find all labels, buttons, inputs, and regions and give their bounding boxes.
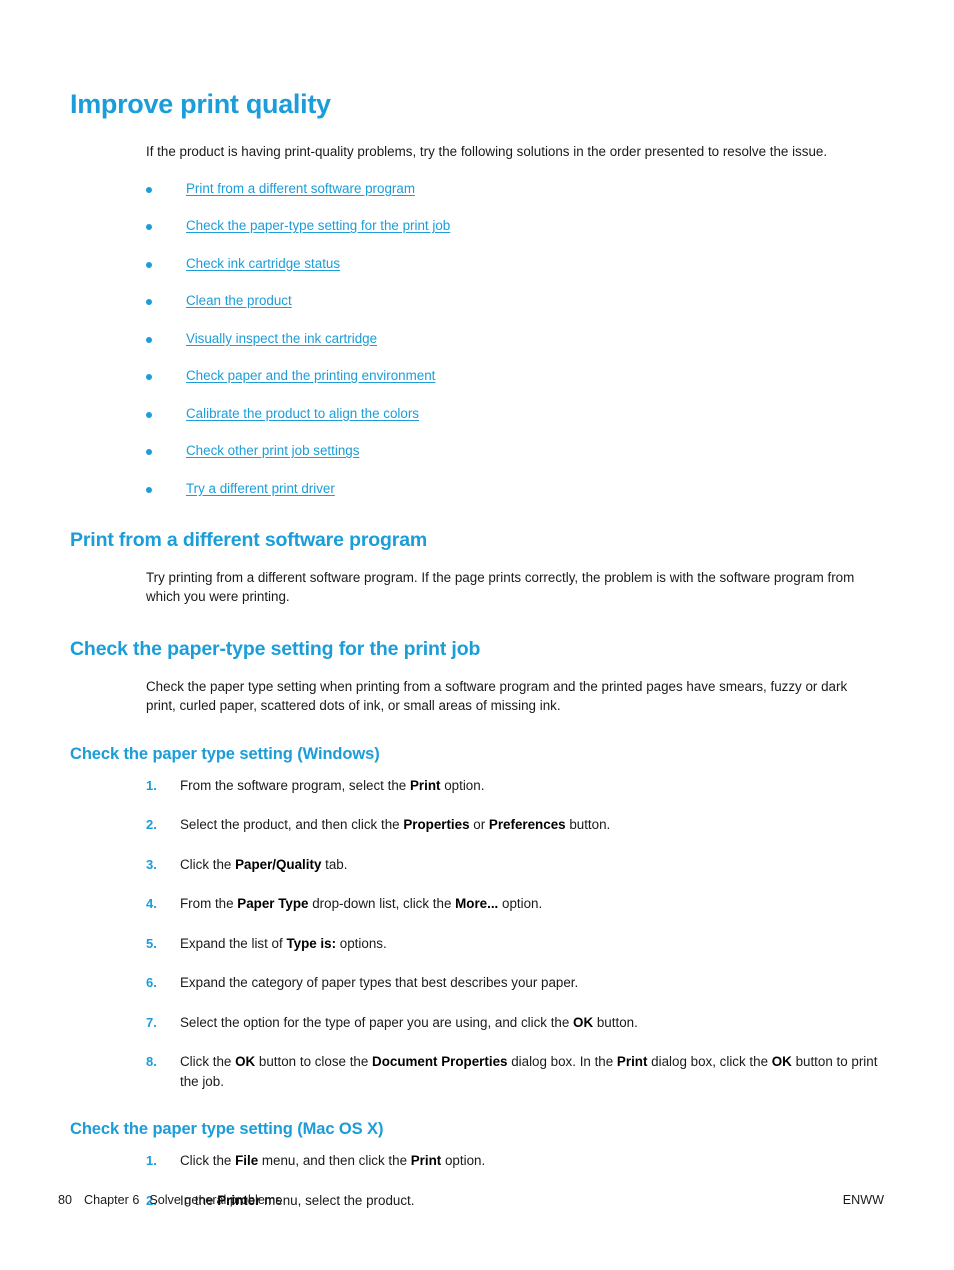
section-link[interactable]: Calibrate the product to align the color… [186,406,419,421]
intro-paragraph: If the product is having print-quality p… [146,144,828,159]
procedure-step: 6. Expand the category of paper types tha… [70,973,882,993]
bullet-icon [146,336,152,343]
bullet-icon [146,411,152,418]
footer-left: 80 Chapter 6 Solve general problems [58,1190,282,1210]
subsection-heading-windows: Check the paper type setting (Windows) [70,744,380,763]
section-heading-check-paper-type-setting: Check the paper-type setting for the pri… [70,637,481,660]
step-number: 8. [146,1054,157,1069]
link-list-item: Check the paper-type setting for the pri… [70,217,882,235]
bullet-icon [146,374,152,380]
link-list-item: Check ink cartridge status [70,255,882,273]
link-list-item: Check other print job settings [70,442,882,460]
bullet-icon [146,261,152,268]
section-heading-print-from-different-program: Print from a different software program [70,528,428,551]
step-number: 2. [146,817,157,832]
procedure-step: 7. Select the option for the type of pape… [70,1013,882,1033]
step-number: 6. [146,975,157,990]
procedure-step: 5. Expand the list of Type is: options. [70,934,882,954]
footer-page-number: 80 [58,1193,73,1207]
bullet-icon [146,299,152,305]
page-title: Improve print quality [70,89,331,119]
step-number: 4. [146,896,157,911]
procedure-step: 2. Select the product, and then click the… [70,815,882,835]
section-link-list: Print from a different software program C… [70,180,882,498]
procedure-step: 1. Click the File menu, and then click th… [70,1151,882,1171]
bullet-icon [146,486,152,493]
intro-block: If the product is having print-quality p… [146,142,882,162]
step-number: 3. [146,856,157,872]
step-text: From the software program, select the Pr… [180,777,485,793]
step-number: 1. [146,1153,157,1168]
procedure-step: 1. From the software program, select the … [70,776,882,796]
step-text: Expand the list of Type is: options. [180,935,387,951]
step-text: Click the Paper/Quality tab. [180,856,348,872]
section-link[interactable]: Clean the product [186,293,292,308]
link-list-item: Check paper and the printing environment [70,367,882,385]
section-body-print-from-different-program: Try printing from a different software p… [146,568,882,607]
section-link[interactable]: Check ink cartridge status [186,256,340,271]
step-text: Select the option for the type of paper … [180,1014,638,1030]
step-text: Click the File menu, and then click the … [180,1153,486,1168]
footer-chapter-title: Solve general problems [149,1193,282,1207]
section-link[interactable]: Check paper and the printing environment [186,368,435,383]
bullet-icon [146,186,152,193]
section-link[interactable]: Check other print job settings [186,443,359,458]
step-number: 7. [146,1014,157,1030]
section-link[interactable]: Check the paper-type setting for the pri… [186,218,450,233]
step-text: Expand the category of paper types that … [180,975,579,990]
footer-locale: ENWW [842,1193,884,1207]
footer-chapter: Chapter 6 [84,1193,140,1207]
page-footer: 80 Chapter 6 Solve general problems ENWW [58,1190,884,1210]
subsection-heading-mac: Check the paper type setting (Mac OS X) [70,1120,384,1138]
page-content: Improve print quality If the product is … [70,88,882,1230]
link-list-item: Visually inspect the ink cartridge [70,330,882,348]
step-text: Click the OK button to close the Documen… [180,1054,878,1089]
procedure-step: 3. Click the Paper/Quality tab. [70,855,882,875]
section-link[interactable]: Visually inspect the ink cartridge [186,331,377,346]
procedure-step: 8. Click the OK button to close the Docum… [70,1052,882,1091]
link-list-item: Try a different print driver [70,480,882,498]
section-paragraph: Check the paper type setting when printi… [146,678,848,714]
section-paragraph: Try printing from a different software p… [146,569,855,605]
step-text: Select the product, and then click the P… [180,817,611,832]
link-list-item: Calibrate the product to align the color… [70,405,882,423]
link-list-item: Clean the product [70,292,882,310]
procedure-list-windows: 1. From the software program, select the … [70,776,882,1092]
step-number: 1. [146,777,157,793]
section-link[interactable]: Print from a different software program [186,181,415,196]
procedure-step: 4. From the Paper Type drop-down list, cl… [70,894,882,914]
bullet-icon [146,449,152,455]
document-page: Improve print quality If the product is … [0,0,954,1270]
link-list-item: Print from a different software program [70,180,882,198]
bullet-icon [146,224,152,230]
step-text: From the Paper Type drop-down list, clic… [180,896,543,911]
section-link[interactable]: Try a different print driver [186,481,335,496]
step-number: 5. [146,935,157,951]
section-body-check-paper-type-setting: Check the paper type setting when printi… [146,677,882,716]
